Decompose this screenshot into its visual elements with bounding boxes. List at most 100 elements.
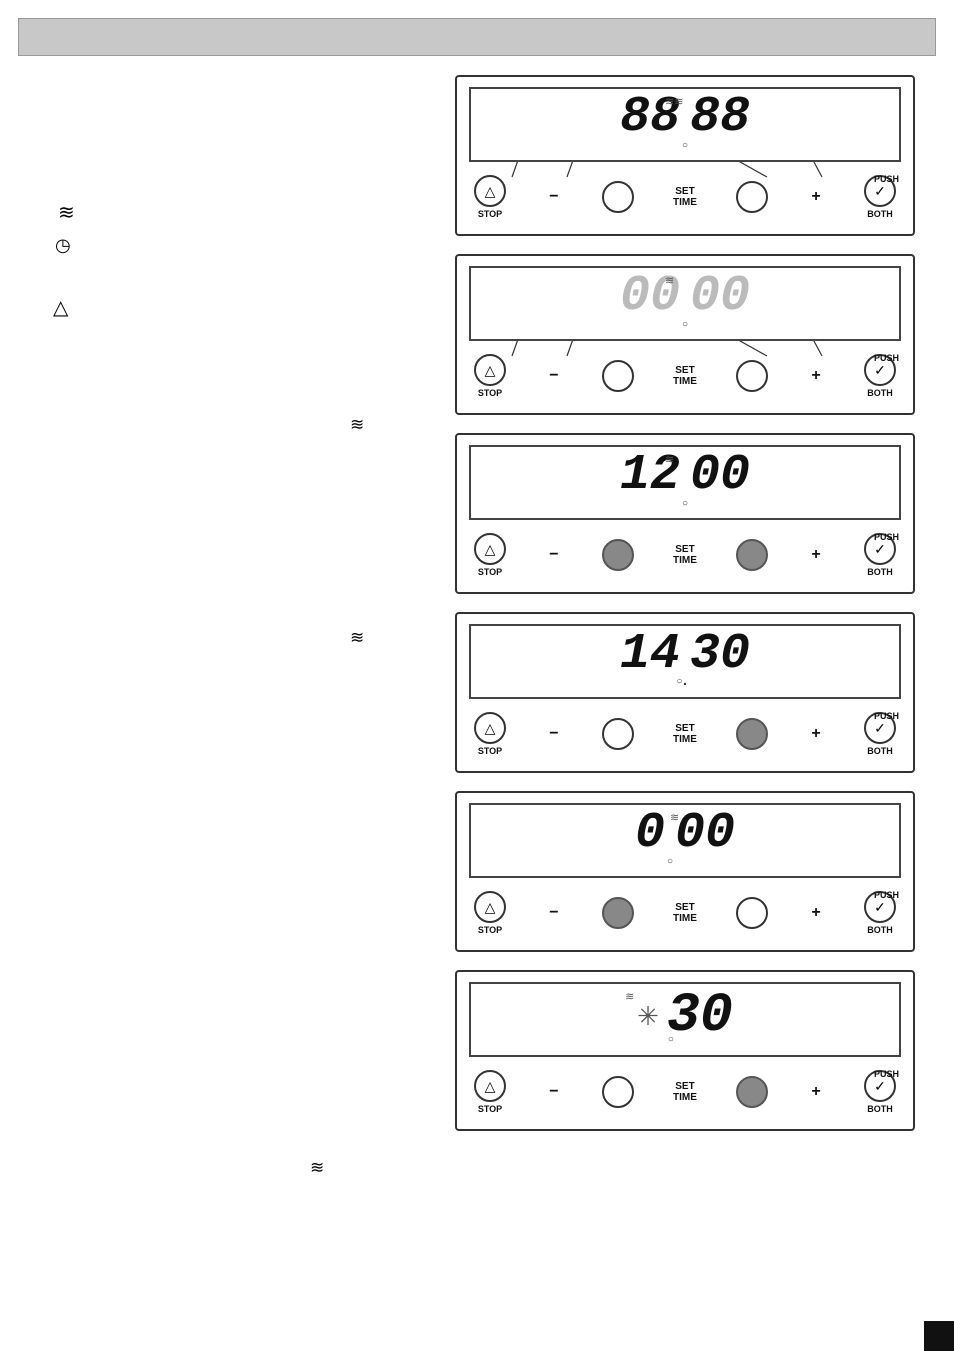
display-left-4: 14	[620, 626, 680, 683]
left-adj-btn-6[interactable]	[602, 1076, 634, 1108]
heat-icon-2: ≋	[350, 415, 364, 435]
right-adj-circle-2[interactable]	[736, 360, 768, 392]
minus-4: −	[549, 725, 558, 743]
left-adj-circle-3[interactable]	[602, 539, 634, 571]
diagram-5: ≋ 0 ○ 00 PUSH △ STOP − SET TIME	[455, 791, 915, 952]
control-row-5: PUSH △ STOP − SET TIME + ✓	[469, 888, 901, 938]
push-label-6: PUSH	[874, 1069, 899, 1079]
heat-icon-3: ≋	[350, 628, 364, 648]
push-label-3: PUSH	[874, 532, 899, 542]
minus-1: −	[549, 188, 558, 206]
display-right-5: 00	[675, 805, 735, 862]
plus-1: +	[811, 188, 820, 206]
stop-btn-circle-2[interactable]: △	[474, 354, 506, 386]
left-adj-circle-4[interactable]	[602, 718, 634, 750]
set-label-2: SET	[675, 365, 694, 376]
page-marker	[924, 1321, 954, 1351]
right-adj-btn-4[interactable]	[736, 718, 768, 750]
stop-label-6: STOP	[478, 1104, 502, 1114]
heat-icon-1: ≋	[58, 200, 75, 225]
diagram-4: 14 . 30 ○ PUSH △ STOP − SET TIME	[455, 612, 915, 773]
stop-btn-1[interactable]: △ STOP	[474, 175, 506, 219]
stop-btn-5[interactable]: △ STOP	[474, 891, 506, 935]
set-label-4: SET	[675, 723, 694, 734]
right-adj-btn-5[interactable]	[736, 897, 768, 929]
plus-4: +	[811, 725, 820, 743]
lcd-display-5: ≋ 0 ○ 00	[469, 803, 901, 878]
plus-5: +	[811, 904, 820, 922]
left-adj-circle-2[interactable]	[602, 360, 634, 392]
stop-btn-circle-6[interactable]: △	[474, 1070, 506, 1102]
stop-label-1: STOP	[478, 209, 502, 219]
lcd-display-6: ≋ ✳ 30 ○	[469, 982, 901, 1057]
display-right-1: 88	[690, 89, 750, 146]
right-adj-circle-3[interactable]	[736, 539, 768, 571]
both-label-2: BOTH	[867, 388, 893, 398]
stop-label-3: STOP	[478, 567, 502, 577]
display-right-6: 30	[667, 984, 733, 1047]
left-adj-circle-6[interactable]	[602, 1076, 634, 1108]
stop-btn-2[interactable]: △ STOP	[474, 354, 506, 398]
lcd-display-1: ≋≋ 88 ○ 88	[469, 87, 901, 162]
control-row-4: PUSH △ STOP − SET TIME + ✓	[469, 709, 901, 759]
clock-icon: ◷	[55, 235, 71, 256]
right-adj-circle-1[interactable]	[736, 181, 768, 213]
diagrams-panel: ≋≋ 88 ○ 88 PUSH △ STOP − SET TIME	[455, 75, 930, 1149]
minus-6: −	[549, 1083, 558, 1101]
right-adj-circle-4[interactable]	[736, 718, 768, 750]
push-label-1: PUSH	[874, 174, 899, 184]
right-adj-circle-5[interactable]	[736, 897, 768, 929]
left-adj-btn-2[interactable]	[602, 360, 634, 392]
stop-btn-6[interactable]: △ STOP	[474, 1070, 506, 1114]
diagram-3: ≋ 12 ○ 00 PUSH △ STOP − SET TIME	[455, 433, 915, 594]
left-adj-circle-5[interactable]	[602, 897, 634, 929]
diagram-2: ≋ 00 ○ 00 PUSH △ STOP − SET TIME	[455, 254, 915, 415]
display-right-2: 00	[690, 268, 750, 325]
display-right-4: 30	[690, 626, 750, 683]
push-label-4: PUSH	[874, 711, 899, 721]
heat-icon-4: ≋	[310, 1158, 324, 1178]
display-left-5: 0	[635, 805, 665, 862]
plus-2: +	[811, 367, 820, 385]
right-adj-btn-3[interactable]	[736, 539, 768, 571]
minus-2: −	[549, 367, 558, 385]
page: ≋ ◷ △ ≋ ≋ ≋ ≋≋ 88 ○ 88 PUSH	[0, 0, 954, 1351]
both-label-1: BOTH	[867, 209, 893, 219]
bell-icon: △	[53, 295, 68, 320]
set-label-3: SET	[675, 544, 694, 555]
stop-btn-circle-3[interactable]: △	[474, 533, 506, 565]
left-adj-btn-4[interactable]	[602, 718, 634, 750]
set-label-5: SET	[675, 902, 694, 913]
time-label-2: TIME	[673, 376, 697, 387]
control-row-1: PUSH △ STOP − SET TIME + ✓	[469, 172, 901, 222]
time-label-5: TIME	[673, 913, 697, 924]
lcd-display-2: ≋ 00 ○ 00	[469, 266, 901, 341]
left-adj-btn-1[interactable]	[602, 181, 634, 213]
right-adj-btn-2[interactable]	[736, 360, 768, 392]
control-row-6: PUSH △ STOP − SET TIME + ✓	[469, 1067, 901, 1117]
control-row-3: PUSH △ STOP − SET TIME + ✓	[469, 530, 901, 580]
left-adj-btn-3[interactable]	[602, 539, 634, 571]
minus-5: −	[549, 904, 558, 922]
stop-btn-3[interactable]: △ STOP	[474, 533, 506, 577]
push-label-5: PUSH	[874, 890, 899, 900]
minus-3: −	[549, 546, 558, 564]
both-label-5: BOTH	[867, 925, 893, 935]
time-label-3: TIME	[673, 555, 697, 566]
stop-btn-4[interactable]: △ STOP	[474, 712, 506, 756]
diagram-6: ≋ ✳ 30 ○ PUSH △ STOP − SET TIME	[455, 970, 915, 1131]
time-label-1: TIME	[673, 197, 697, 208]
right-adj-btn-1[interactable]	[736, 181, 768, 213]
time-label-4: TIME	[673, 734, 697, 745]
right-adj-circle-6[interactable]	[736, 1076, 768, 1108]
both-label-4: BOTH	[867, 746, 893, 756]
stop-btn-circle-4[interactable]: △	[474, 712, 506, 744]
left-adj-btn-5[interactable]	[602, 897, 634, 929]
stop-label-2: STOP	[478, 388, 502, 398]
right-adj-btn-6[interactable]	[736, 1076, 768, 1108]
diagram-1: ≋≋ 88 ○ 88 PUSH △ STOP − SET TIME	[455, 75, 915, 236]
both-label-6: BOTH	[867, 1104, 893, 1114]
left-adj-circle-1[interactable]	[602, 181, 634, 213]
stop-btn-circle-5[interactable]: △	[474, 891, 506, 923]
stop-btn-circle-1[interactable]: △	[474, 175, 506, 207]
